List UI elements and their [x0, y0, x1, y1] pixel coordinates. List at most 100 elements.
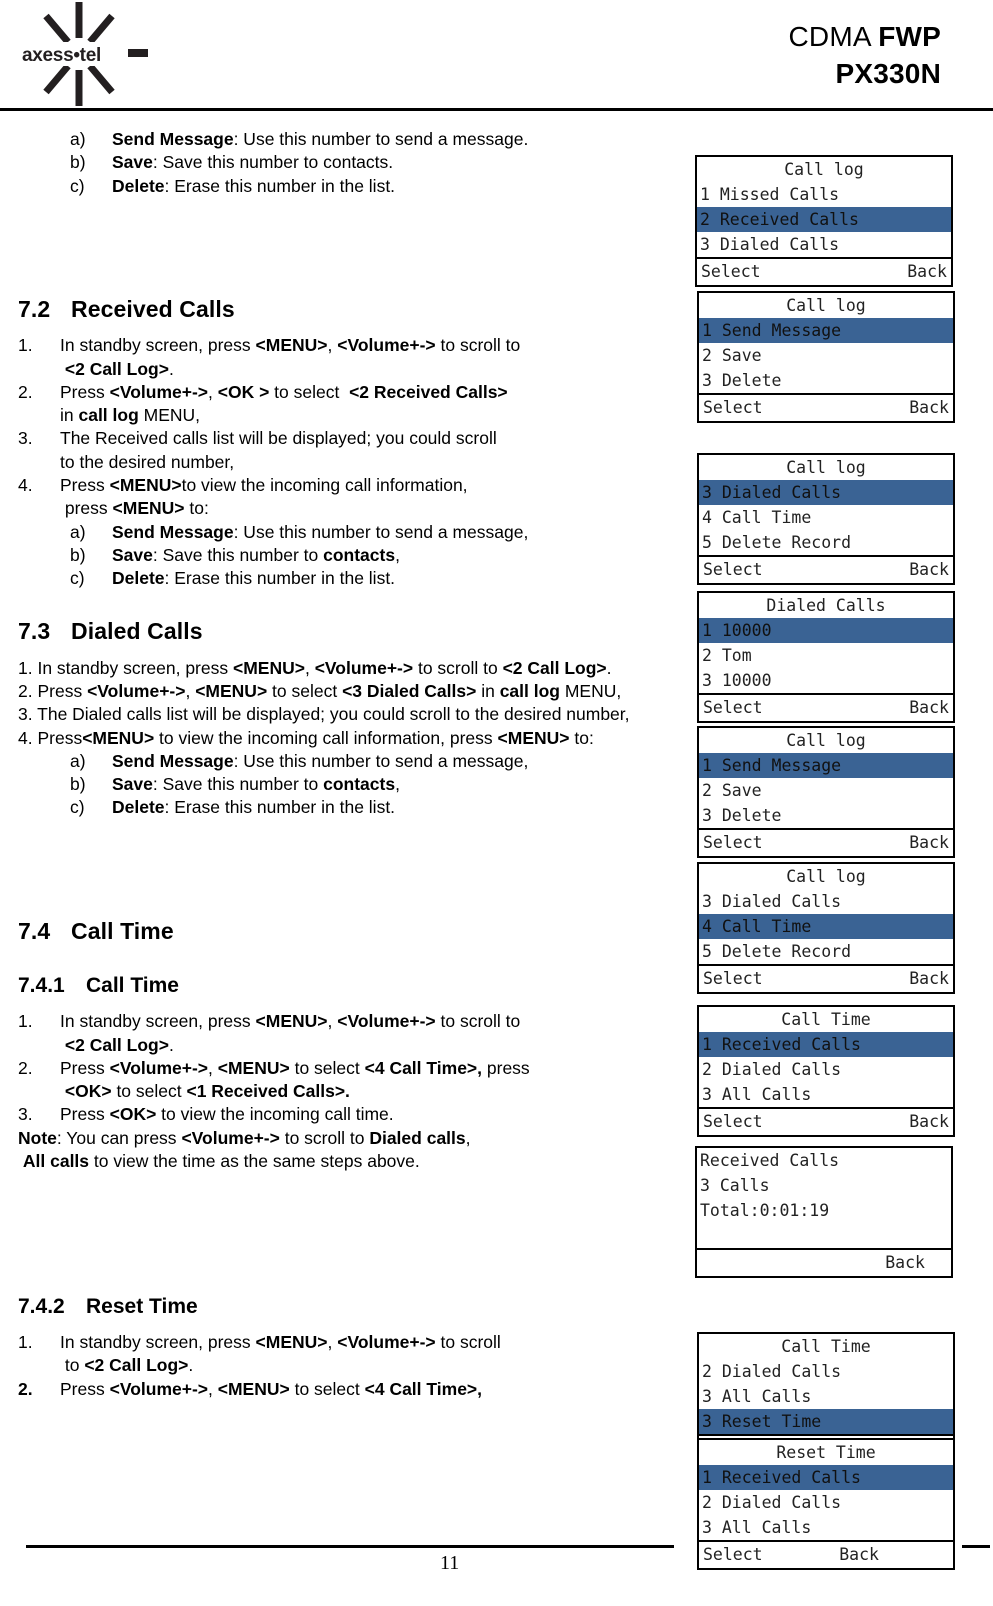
lcd-screen-call-log-call-time: Call log 3 Dialed Calls 4 Call Time 5 Delet… [697, 862, 955, 994]
heading-7-3: 7.3 Dialed Calls [18, 616, 678, 647]
lcd-softkey-left[interactable]: Select [703, 1109, 763, 1135]
lcd-row-selected[interactable]: 3 Dialed Calls [699, 480, 953, 505]
lcd-row[interactable] [697, 1223, 951, 1248]
list-marker: a) [70, 521, 86, 542]
lcd-softkey-right[interactable]: Back [839, 1542, 949, 1568]
lcd-row[interactable]: 3 Calls [697, 1173, 951, 1198]
lcd-title: Call log [784, 160, 864, 179]
lcd-row-selected[interactable]: 3 Reset Time [699, 1409, 953, 1434]
lcd-row[interactable]: 4 Call Time [699, 505, 953, 530]
lcd-row-selected[interactable]: 1 Received Calls [699, 1465, 953, 1490]
lcd-softkey-left[interactable]: Select [703, 966, 763, 992]
lcd-softkey-left[interactable]: Select [703, 695, 763, 721]
list-text: Save: Save this number to contacts. [112, 152, 394, 173]
list-text: Send Message: Use this number to send a … [112, 750, 529, 771]
lcd-softkey-right[interactable]: Back [909, 1109, 949, 1135]
lcd-softkey-bar: Select Back [699, 695, 953, 721]
lcd-row[interactable]: 3 Dialed Calls [697, 232, 951, 257]
lcd-softkey-left[interactable]: Select [703, 1542, 763, 1568]
lcd-row[interactable]: 3 Dialed Calls [699, 889, 953, 914]
lcd-softkey-right[interactable]: Back [885, 1250, 947, 1276]
lcd-row[interactable]: 3 All Calls [699, 1515, 953, 1540]
list-marker: b) [70, 152, 86, 173]
lcd-softkey-right[interactable]: Back [909, 395, 949, 421]
list-text: Delete: Erase this number in the list. [112, 175, 396, 196]
section-7-2-sublist: a) Send Message: Use this number to send … [18, 521, 678, 591]
lcd-row[interactable]: 2 Dialed Calls [699, 1359, 953, 1384]
list-item: a) Send Message: Use this number to send… [70, 128, 678, 151]
lcd-row[interactable]: 3 10000 [699, 668, 953, 693]
lcd-softkey-left[interactable]: Select [703, 830, 763, 856]
lcd-row[interactable]: 2 Tom [699, 643, 953, 668]
lcd-row-selected[interactable]: 1 Received Calls [699, 1032, 953, 1057]
list-item: a) Send Message: Use this number to send … [70, 750, 678, 773]
lcd-row[interactable]: 5 Delete Record [699, 939, 953, 964]
lcd-row-selected[interactable]: 1 Send Message [699, 753, 953, 778]
lcd-row[interactable]: 3 All Calls [699, 1082, 953, 1107]
lcd-softkey-right[interactable]: Back [909, 695, 949, 721]
lcd-row[interactable]: 3 Delete [699, 368, 953, 393]
paragraph: 1. In standby screen, press <MENU>, <Vol… [18, 657, 612, 678]
lcd-screen-call-log-dialed: Call log 3 Dialed Calls 4 Call Time 5 Delet… [697, 453, 955, 585]
list-item: 3. The Received calls list will be displa… [18, 427, 678, 474]
list-marker: 2. [18, 1057, 33, 1078]
lcd-softkey-right[interactable]: Back [909, 557, 949, 583]
svg-text:axess•tel: axess•tel [22, 45, 101, 66]
document-title: CDMA FWP PX330N [789, 18, 942, 92]
list-marker: 1. [18, 1332, 33, 1353]
lcd-softkey-right[interactable]: Back [907, 259, 947, 285]
heading-number: 7.3 [18, 618, 51, 645]
list-marker: 1. [18, 335, 33, 356]
list-marker: 2. [18, 381, 33, 402]
list-marker: c) [70, 175, 85, 196]
list-item: 1. In standby screen, press <MENU>, <Volu… [18, 1331, 678, 1378]
lcd-title: Call log [786, 296, 866, 315]
lcd-row[interactable]: 2 Dialed Calls [699, 1057, 953, 1082]
lcd-softkey-bar: Select Back [699, 830, 953, 856]
lcd-title: Call log [786, 867, 866, 886]
page-number: 11 [440, 1552, 460, 1574]
lcd-row[interactable]: 2 Save [699, 343, 953, 368]
lcd-softkey-right[interactable]: Back [909, 830, 949, 856]
lcd-row[interactable]: 3 Delete [699, 803, 953, 828]
section-7-4-1-steps: 1. In standby screen, press <MENU>, <Volu… [18, 1010, 678, 1126]
lcd-row-selected[interactable]: 4 Call Time [699, 914, 953, 939]
title-fwp: FWP [878, 21, 941, 52]
lcd-row-selected[interactable]: 1 10000 [699, 618, 953, 643]
starburst-logo-icon: axess•tel [18, 2, 148, 106]
lcd-softkey-left[interactable]: Select [703, 557, 763, 583]
list-text: Press <Volume+->, <OK > to select <2 Rec… [60, 381, 508, 426]
footer-divider-left [26, 1545, 674, 1548]
list-text: In standby screen, press <MENU>, <Volume… [60, 335, 521, 379]
list-text: Delete: Erase this number in the list. [112, 797, 396, 818]
lcd-softkey-left[interactable]: Select [701, 259, 761, 285]
section-7-3-paras: 1. In standby screen, press <MENU>, <Vol… [18, 657, 678, 750]
list-text: Send Message: Use this number to send a … [112, 129, 529, 149]
title-model: PX330N [835, 58, 941, 90]
lcd-softkey-bar: Select Back [699, 1542, 953, 1568]
lcd-title: Call Time [781, 1010, 871, 1029]
list-text: In standby screen, press <MENU>, <Volume… [60, 1011, 521, 1055]
lcd-row[interactable]: 2 Dialed Calls [699, 1490, 953, 1515]
heading-text: Dialed Calls [71, 618, 203, 645]
lcd-row[interactable]: 3 All Calls [699, 1384, 953, 1409]
list-marker: b) [70, 774, 86, 795]
list-text: Save: Save this number to contacts, [112, 544, 400, 565]
lcd-softkey-bar: Select Back [699, 395, 953, 421]
lcd-row-selected[interactable]: 2 Received Calls [697, 207, 951, 232]
list-marker: b) [70, 544, 86, 565]
lcd-row[interactable]: 5 Delete Record [699, 530, 953, 555]
lcd-softkey-left[interactable]: Select [703, 395, 763, 421]
list-marker: c) [70, 797, 85, 818]
lcd-row[interactable]: Total:0:01:19 [697, 1198, 951, 1223]
lcd-row-selected[interactable]: 1 Send Message [699, 318, 953, 343]
list-marker: a) [70, 750, 86, 771]
lcd-screen-received-calls-total: Received Calls 3 Calls Total:0:01:19 Back [695, 1146, 953, 1278]
lcd-softkey-bar: Select Back [697, 259, 951, 285]
lcd-row[interactable]: Received Calls [697, 1148, 951, 1173]
lcd-title: Call log [786, 731, 866, 750]
heading-number: 7.4.2 [18, 1295, 65, 1319]
lcd-row[interactable]: 1 Missed Calls [697, 182, 951, 207]
lcd-row[interactable]: 2 Save [699, 778, 953, 803]
lcd-softkey-right[interactable]: Back [909, 966, 949, 992]
